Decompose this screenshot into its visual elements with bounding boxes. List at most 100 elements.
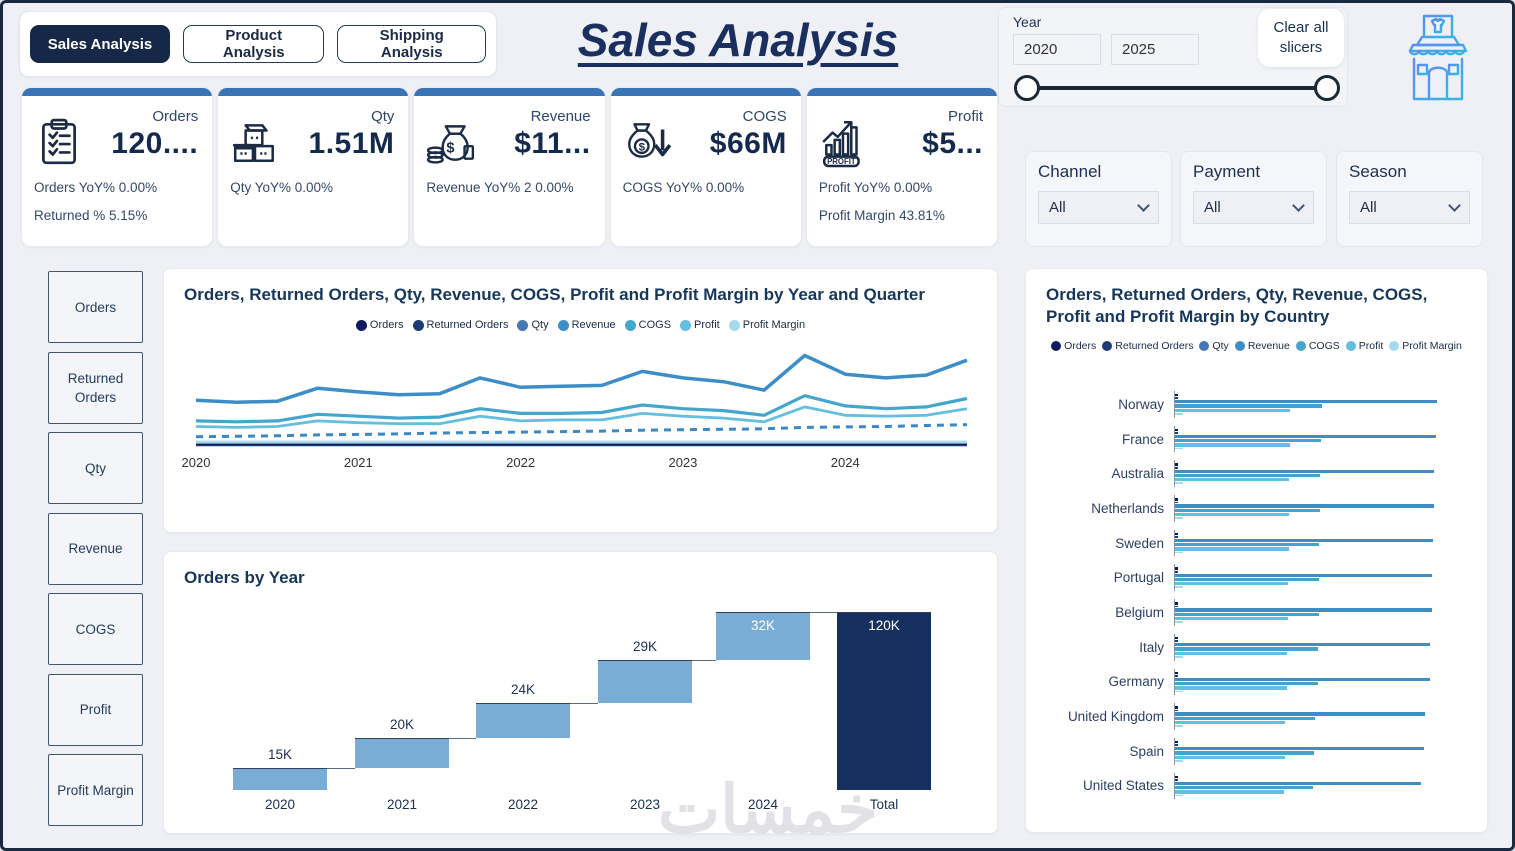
bar-profit-margin[interactable] (1175, 725, 1183, 727)
year-slider-handle-end[interactable] (1314, 75, 1340, 101)
bar-orders[interactable] (1175, 775, 1178, 779)
bar-profit[interactable] (1175, 720, 1285, 725)
bar-profit[interactable] (1175, 616, 1288, 621)
bar-revenue[interactable] (1175, 469, 1435, 473)
bar-profit[interactable] (1175, 755, 1285, 759)
legend-item-revenue[interactable]: Revenue (557, 319, 616, 331)
bar-returned-orders[interactable] (1175, 397, 1178, 400)
bar-revenue[interactable] (1175, 504, 1435, 508)
bar-orders[interactable] (1175, 602, 1178, 605)
bar-cogs[interactable] (1175, 612, 1319, 616)
legend-item-returned-orders[interactable]: Returned Orders (412, 319, 508, 331)
bar-profit[interactable] (1175, 651, 1288, 655)
year-slider-track[interactable] (1014, 75, 1340, 101)
bar-orders[interactable] (1175, 706, 1178, 709)
bar-orders[interactable] (1175, 498, 1178, 501)
bar-revenue[interactable] (1175, 747, 1424, 751)
bar-revenue[interactable] (1175, 781, 1422, 785)
sidebar-item-profit[interactable]: Profit (48, 673, 143, 746)
bar-revenue[interactable] (1175, 608, 1432, 612)
legend-item-profit-margin[interactable]: Profit Margin (728, 319, 805, 331)
bar-orders[interactable] (1175, 394, 1178, 397)
bar-cogs[interactable] (1175, 786, 1313, 790)
bar-revenue[interactable] (1175, 434, 1436, 439)
filter-payment-select[interactable]: All (1193, 191, 1314, 224)
bar-cogs[interactable] (1175, 647, 1319, 651)
sidebar-item-cogs[interactable]: COGS (48, 593, 143, 665)
bar-profit[interactable] (1175, 790, 1284, 794)
bar-profit-margin[interactable] (1175, 517, 1183, 519)
bar-profit[interactable] (1175, 512, 1290, 517)
legend-item-profit[interactable]: Profit (1345, 340, 1383, 352)
waterfall-bar-2021[interactable] (355, 738, 449, 768)
bar-orders[interactable] (1175, 428, 1178, 432)
legend-item-revenue[interactable]: Revenue (1234, 340, 1290, 352)
bar-returned-orders[interactable] (1175, 536, 1178, 538)
bar-cogs[interactable] (1175, 751, 1315, 755)
bar-returned-orders[interactable] (1175, 432, 1178, 434)
bar-profit-margin[interactable] (1175, 586, 1183, 589)
tab-product-analysis[interactable]: Product Analysis (183, 25, 325, 63)
legend-item-profit[interactable]: Profit (680, 319, 720, 331)
bar-returned-orders[interactable] (1175, 744, 1178, 747)
legend-item-orders[interactable]: Orders (1051, 340, 1096, 352)
bar-profit-margin[interactable] (1175, 482, 1183, 485)
waterfall-bar-2020[interactable] (233, 767, 327, 791)
clear-all-slicers-button[interactable]: Clear all slicers (1258, 9, 1344, 67)
bar-returned-orders[interactable] (1175, 466, 1178, 469)
sidebar-item-orders[interactable]: Orders (48, 271, 143, 343)
bar-revenue[interactable] (1175, 677, 1431, 681)
bar-revenue[interactable] (1175, 400, 1437, 404)
sidebar-item-qty[interactable]: Qty (48, 432, 143, 504)
year-end-input[interactable] (1111, 34, 1199, 65)
legend-item-cogs[interactable]: COGS (624, 319, 671, 331)
sidebar-item-revenue[interactable]: Revenue (48, 512, 143, 585)
bar-revenue[interactable] (1175, 712, 1426, 716)
filter-season-select[interactable]: All (1349, 191, 1470, 224)
bar-cogs[interactable] (1175, 473, 1321, 478)
bar-orders[interactable] (1175, 463, 1178, 466)
bar-profit-margin[interactable] (1175, 794, 1183, 797)
bar-profit-margin[interactable] (1175, 655, 1183, 658)
bar-profit[interactable] (1175, 478, 1290, 482)
bar-profit[interactable] (1175, 582, 1288, 586)
bar-orders[interactable] (1175, 671, 1178, 674)
legend-item-orders[interactable]: Orders (355, 319, 404, 331)
bar-profit-margin[interactable] (1175, 447, 1183, 450)
bar-profit-margin[interactable] (1175, 413, 1183, 415)
bar-orders[interactable] (1175, 567, 1178, 570)
waterfall-bar-total[interactable] (837, 612, 931, 790)
bar-profit-margin[interactable] (1175, 621, 1183, 623)
legend-item-returned-orders[interactable]: Returned Orders (1102, 340, 1193, 352)
legend-item-qty[interactable]: Qty (1199, 340, 1229, 352)
bar-profit-margin[interactable] (1175, 551, 1183, 554)
bar-returned-orders[interactable] (1175, 605, 1178, 608)
bar-cogs[interactable] (1175, 508, 1321, 512)
year-start-input[interactable] (1013, 34, 1101, 65)
bar-returned-orders[interactable] (1175, 709, 1178, 712)
bar-revenue[interactable] (1175, 642, 1431, 647)
bar-cogs[interactable] (1175, 681, 1319, 686)
bar-cogs[interactable] (1175, 439, 1321, 443)
bar-profit[interactable] (1175, 686, 1288, 690)
bar-cogs[interactable] (1175, 716, 1316, 720)
bar-orders[interactable] (1175, 636, 1178, 640)
waterfall-bar-2022[interactable] (476, 702, 570, 739)
legend-item-cogs[interactable]: COGS (1295, 340, 1340, 352)
bar-profit[interactable] (1175, 408, 1291, 413)
sidebar-item-returned-orders[interactable]: Returned Orders (48, 351, 143, 424)
bar-revenue[interactable] (1175, 573, 1432, 577)
bar-revenue[interactable] (1175, 538, 1434, 543)
year-slider-handle-start[interactable] (1014, 75, 1040, 101)
legend-item-qty[interactable]: Qty (517, 319, 549, 331)
bar-orders[interactable] (1175, 532, 1178, 536)
bar-orders[interactable] (1175, 740, 1178, 744)
bar-returned-orders[interactable] (1175, 640, 1178, 642)
filter-channel-select[interactable]: All (1038, 191, 1159, 224)
bar-profit[interactable] (1175, 443, 1290, 447)
bar-profit-margin[interactable] (1175, 690, 1183, 693)
bar-cogs[interactable] (1175, 404, 1322, 408)
waterfall-bar-2023[interactable] (598, 659, 692, 703)
bar-returned-orders[interactable] (1175, 674, 1178, 677)
bar-returned-orders[interactable] (1175, 570, 1178, 573)
